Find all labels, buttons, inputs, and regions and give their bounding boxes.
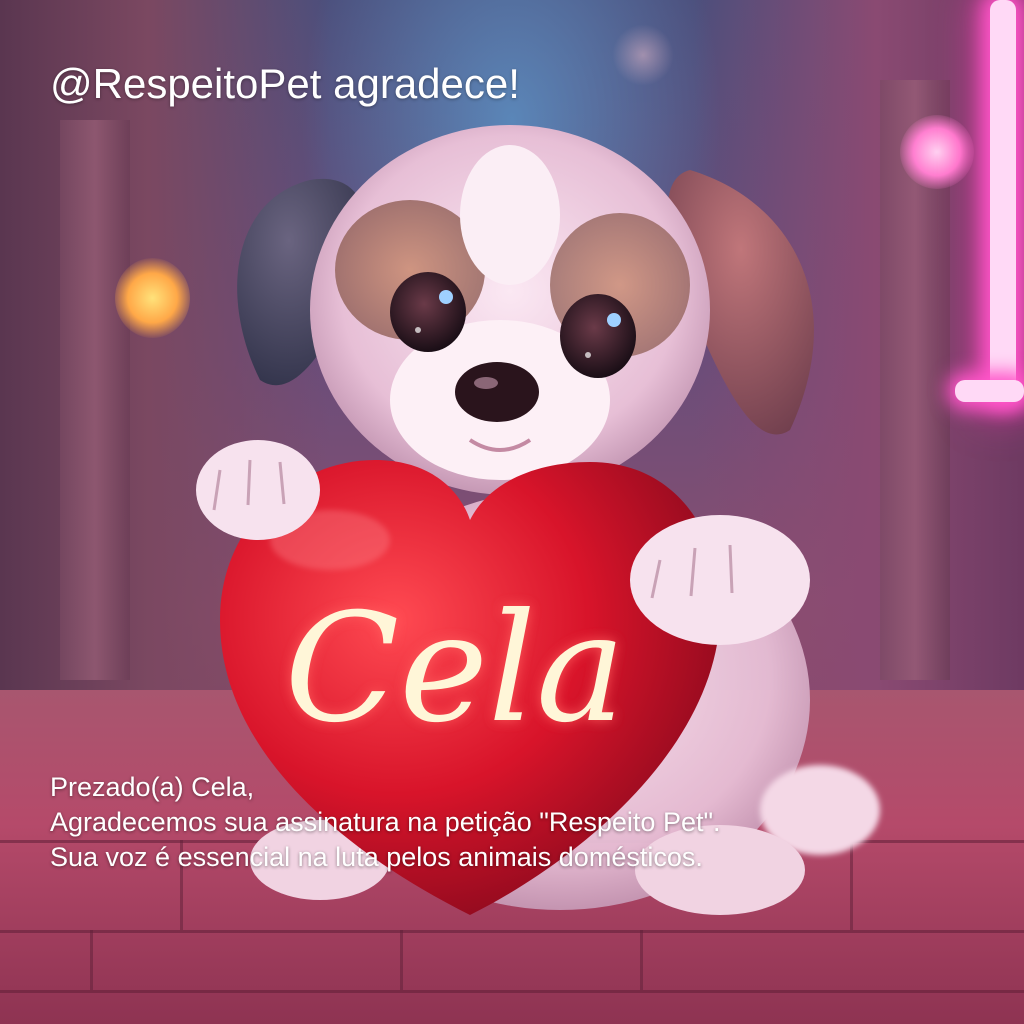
message-greeting: Prezado(a) Cela, xyxy=(50,772,255,802)
heading-title: @RespeitoPet agradece! xyxy=(50,60,520,107)
thank-you-message: Prezado(a) Cela, Agradecemos sua assinat… xyxy=(50,770,950,875)
message-line-2: Sua voz é essencial na luta pelos animai… xyxy=(50,842,703,872)
message-line-1: Agradecemos sua assinatura na petição "R… xyxy=(50,807,721,837)
heart-name-label: Cela xyxy=(285,582,626,756)
